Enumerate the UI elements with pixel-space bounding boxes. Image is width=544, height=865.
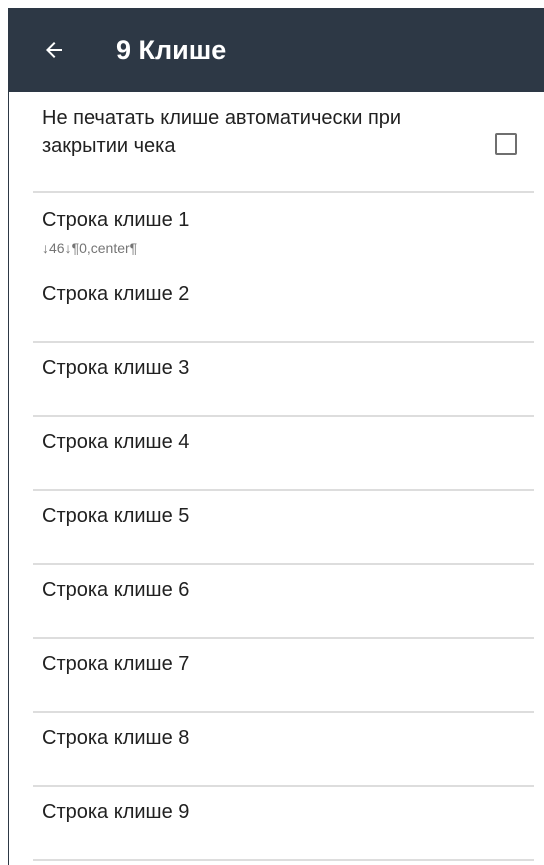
cliche-line-4[interactable]: Строка клише 4 bbox=[9, 417, 544, 489]
cliche-line-title: Строка клише 8 bbox=[42, 727, 190, 749]
cliche-line-title: Строка клише 2 bbox=[42, 283, 190, 305]
divider bbox=[33, 859, 534, 861]
cliche-line-title: Строка клише 3 bbox=[42, 357, 190, 379]
cliche-line-title: Строка клише 1 bbox=[42, 209, 190, 231]
app-bar: 9 Клише bbox=[8, 8, 544, 92]
cliche-line-title: Строка клише 5 bbox=[42, 505, 190, 527]
cliche-line-2[interactable]: Строка клише 2 bbox=[9, 269, 544, 341]
cliche-line-5[interactable]: Строка клише 5 bbox=[9, 491, 544, 563]
auto-print-checkbox[interactable] bbox=[495, 133, 517, 155]
cliche-line-7[interactable]: Строка клише 7 bbox=[9, 639, 544, 711]
cliche-line-3[interactable]: Строка клише 3 bbox=[9, 343, 544, 415]
cliche-line-title: Строка клише 4 bbox=[42, 431, 190, 453]
cliche-line-6[interactable]: Строка клише 6 bbox=[9, 565, 544, 637]
cliche-line-summary: ↓46↓¶0,center¶ bbox=[42, 240, 138, 256]
page-title: 9 Клише bbox=[116, 35, 227, 65]
settings-screen: 9 Клише Не печатать клише автоматически … bbox=[0, 0, 544, 865]
auto-print-preference[interactable]: Не печатать клише автоматически при закр… bbox=[9, 92, 544, 192]
cliche-line-title: Строка клише 9 bbox=[42, 801, 190, 823]
back-button[interactable] bbox=[36, 32, 72, 68]
cliche-line-title: Строка клише 7 bbox=[42, 653, 190, 675]
auto-print-preference-label: Не печатать клише автоматически при закр… bbox=[42, 107, 402, 157]
cliche-line-title: Строка клише 6 bbox=[42, 579, 190, 601]
cliche-line-9[interactable]: Строка клише 9 bbox=[9, 787, 544, 859]
cliche-line-8[interactable]: Строка клише 8 bbox=[9, 713, 544, 785]
arrow-left-icon bbox=[46, 42, 62, 58]
cliche-line-1[interactable]: Строка клише 1 ↓46↓¶0,center¶ bbox=[9, 193, 544, 269]
